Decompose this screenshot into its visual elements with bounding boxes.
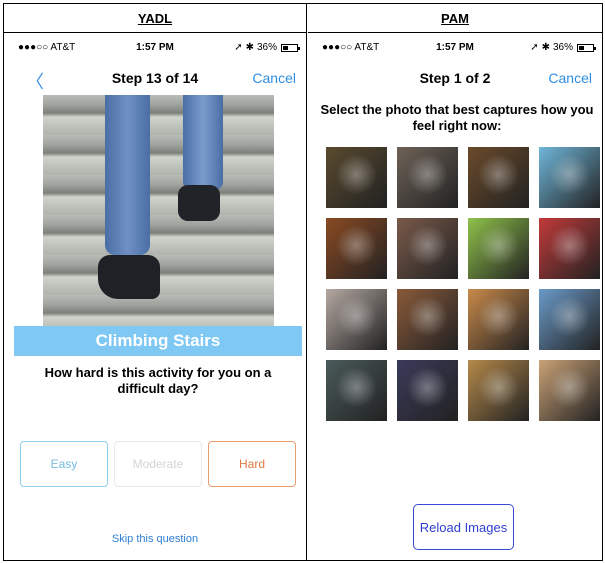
pam-prompt: Select the photo that best captures how … — [320, 102, 594, 133]
yadl-title-text: YADL — [137, 11, 173, 26]
moderate-button[interactable]: Moderate — [114, 441, 202, 487]
yadl-column: YADL ●●●○○ AT&T 1:57 PM ➚ ✱ 36% 〈 Step 1… — [4, 4, 307, 560]
status-right: ➚ ✱ 36% — [530, 42, 596, 53]
white-dog-photo[interactable] — [539, 289, 600, 350]
status-bar: ●●●○○ AT&T 1:57 PM ➚ ✱ 36% — [4, 42, 306, 56]
sad-dog-photo[interactable] — [397, 289, 458, 350]
dog-running-photo[interactable] — [468, 147, 529, 208]
angry-man-photo[interactable] — [397, 218, 458, 279]
battery-percent: 36% — [256, 42, 277, 53]
woman-photo[interactable] — [397, 147, 458, 208]
leg-left — [105, 95, 150, 255]
desert-photo[interactable] — [539, 360, 600, 421]
pam-title-text: PAM — [441, 11, 469, 26]
cancel-button[interactable]: Cancel — [252, 70, 296, 86]
climbing-stairs-photo — [43, 95, 274, 326]
bluetooth-icon: ✱ — [245, 42, 254, 53]
smiley-face-photo[interactable] — [468, 218, 529, 279]
hard-button[interactable]: Hard — [208, 441, 296, 487]
easy-button[interactable]: Easy — [20, 441, 108, 487]
leg-right — [183, 95, 223, 190]
kid-icecream-photo[interactable] — [539, 147, 600, 208]
stormy-sky-photo[interactable] — [326, 360, 387, 421]
reload-images-button[interactable]: Reload Images — [413, 504, 514, 550]
cancel-button[interactable]: Cancel — [548, 70, 592, 86]
yadl-column-title: YADL — [4, 4, 306, 33]
man-sleeping-photo[interactable] — [397, 360, 458, 421]
sleepy-dog-photo[interactable] — [468, 360, 529, 421]
woman-shouting-photo[interactable] — [326, 218, 387, 279]
cat-photo[interactable] — [326, 147, 387, 208]
question-text: How hard is this activity for you on a d… — [44, 365, 272, 396]
pam-column-title: PAM — [308, 4, 602, 33]
battery-icon — [281, 43, 300, 52]
status-bar: ●●●○○ AT&T 1:57 PM ➚ ✱ 36% — [308, 42, 602, 56]
battery-icon — [577, 43, 596, 52]
location-icon: ➚ — [530, 42, 539, 53]
shoe-right — [178, 185, 220, 221]
sunset-lake-photo[interactable] — [468, 289, 529, 350]
sad-sculpture-photo[interactable] — [326, 289, 387, 350]
skip-question-link[interactable]: Skip this question — [4, 533, 306, 545]
bluetooth-icon: ✱ — [541, 42, 550, 53]
friends-selfie-photo[interactable] — [539, 218, 600, 279]
location-icon: ➚ — [234, 42, 243, 53]
activity-banner: Climbing Stairs — [14, 326, 302, 356]
comparison-frame: YADL ●●●○○ AT&T 1:57 PM ➚ ✱ 36% 〈 Step 1… — [3, 3, 603, 561]
status-right: ➚ ✱ 36% — [234, 42, 300, 53]
shoe-left — [98, 255, 160, 299]
battery-percent: 36% — [552, 42, 573, 53]
pam-column: PAM ●●●○○ AT&T 1:57 PM ➚ ✱ 36% Step 1 of… — [308, 4, 602, 560]
